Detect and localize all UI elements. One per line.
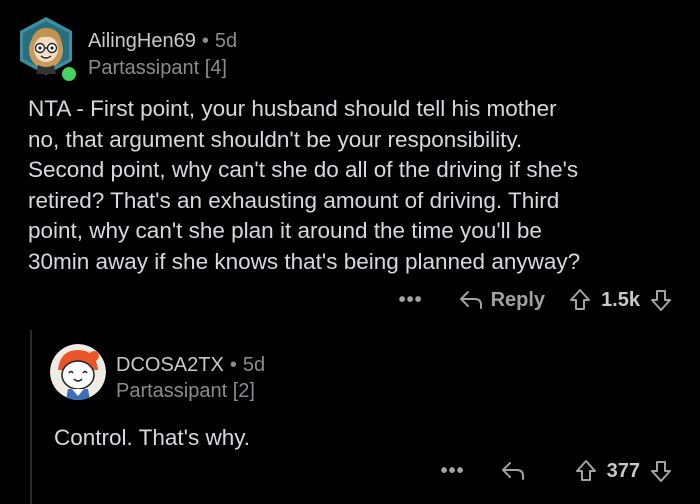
comment-age: 5d xyxy=(214,30,238,52)
username-line: AilingHen69 • 5d xyxy=(88,30,237,53)
reply-arrow-icon xyxy=(459,291,482,309)
upvote-icon[interactable] xyxy=(575,459,597,483)
comment-body-line: NTA - First point, your husband should t… xyxy=(28,96,557,121)
comment-body-line: retired? That's an exhausting amount of … xyxy=(28,187,560,213)
thread-line[interactable] xyxy=(30,330,32,504)
comment-body: NTA - First point, your husband should t… xyxy=(28,94,688,277)
online-status-icon xyxy=(59,64,79,84)
reply-arrow-icon xyxy=(501,462,524,480)
separator: • xyxy=(201,30,209,52)
upvote-icon[interactable] xyxy=(569,288,591,312)
comment-body: Control. That's why. xyxy=(54,425,251,450)
username[interactable]: AilingHen69 xyxy=(88,30,196,52)
vote-controls: 1.5k xyxy=(569,288,672,312)
downvote-icon[interactable] xyxy=(650,288,672,312)
comment-body-line: 30min away if she knows that's being pla… xyxy=(28,248,581,274)
downvote-icon[interactable] xyxy=(650,459,672,483)
comment-body-line: Second point, why can't she do all of th… xyxy=(28,157,579,182)
reply-button[interactable] xyxy=(501,460,533,482)
vote-score: 1.5k xyxy=(601,288,640,311)
more-options-icon[interactable]: ••• xyxy=(399,290,423,310)
user-flair: Partassipant [4] xyxy=(88,57,227,79)
comment-age: 5d xyxy=(242,354,266,376)
comment-body-line: point, why can't she plan it around the … xyxy=(28,218,542,243)
avatar-redhat-icon[interactable] xyxy=(50,344,106,400)
vote-score: 377 xyxy=(606,459,640,482)
vote-controls: 377 xyxy=(575,459,672,483)
username-line: DCOSA2TX • 5d xyxy=(116,354,265,377)
reply-button[interactable]: Reply xyxy=(459,289,545,312)
more-options-icon[interactable]: ••• xyxy=(441,461,465,481)
separator: • xyxy=(229,354,237,376)
comment-actions: ••• Reply 1.5k xyxy=(399,284,672,316)
comment: AilingHen69 • 5d Partassipant [4] NTA - Fi… xyxy=(0,0,700,322)
user-flair: Partassipant [2] xyxy=(116,380,255,402)
comment-body-line: no, that argument shouldn't be your resp… xyxy=(28,126,523,152)
comment-actions: ••• 377 xyxy=(441,455,672,487)
username[interactable]: DCOSA2TX xyxy=(116,354,224,376)
reply-label: Reply xyxy=(490,288,546,311)
